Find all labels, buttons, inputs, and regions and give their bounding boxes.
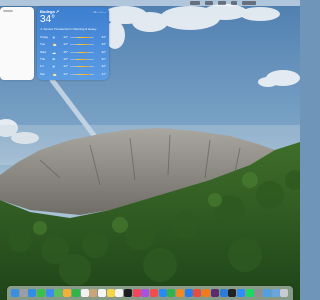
temperature-range-fill: [78, 51, 88, 53]
sun-icon: ☀: [52, 35, 56, 40]
maps-icon[interactable]: [54, 289, 63, 297]
forecast-low: 24°: [63, 42, 68, 47]
mail-icon[interactable]: [45, 289, 54, 297]
keynote-icon[interactable]: [184, 289, 193, 297]
forecast-day: Sat: [40, 71, 45, 76]
status-icon[interactable]: [231, 1, 237, 5]
terminal-icon[interactable]: [228, 289, 237, 297]
status-icon[interactable]: [242, 1, 256, 5]
finder-icon[interactable]: [11, 289, 19, 297]
forecast-row: Today ☀ 24° 34°: [40, 34, 106, 41]
forecast-high: 32°: [101, 49, 106, 54]
status-icon[interactable]: [218, 1, 226, 5]
forecast-low: 24°: [63, 35, 68, 39]
trash-icon[interactable]: [280, 289, 289, 297]
forecast-row: Wed ☁ 25° 32°: [40, 49, 106, 56]
forecast-high: 31°: [101, 56, 106, 61]
widget-header: [3, 10, 13, 12]
forecast-day: Fri: [40, 64, 44, 69]
forecast-day: Today: [40, 35, 49, 39]
news-icon[interactable]: [150, 289, 158, 297]
app-store-icon[interactable]: [158, 289, 167, 297]
weather-widget[interactable]: Bodega ↗ 34° H:— L:— ⚠ Severe Thundersto…: [37, 7, 109, 80]
temperature-range-fill: [77, 73, 91, 75]
pages-icon[interactable]: [176, 289, 185, 297]
slack-icon[interactable]: [210, 289, 219, 297]
forecast-row: Tue ⛅ 24° 33°: [40, 41, 106, 48]
forecast-low: 24°: [63, 71, 68, 76]
forecast-low: 24°: [63, 64, 68, 69]
forecast-high: 34°: [101, 71, 106, 76]
contacts-icon[interactable]: [89, 289, 98, 297]
status-icon[interactable]: [190, 1, 200, 5]
notes-icon[interactable]: [106, 289, 115, 297]
temperature-range-fill: [76, 58, 87, 60]
temperature-range-fill: [77, 44, 90, 46]
temperature-range-bar: [70, 73, 94, 75]
firefox-icon[interactable]: [202, 289, 211, 297]
menu-bar: [0, 0, 300, 6]
vscode-icon[interactable]: [219, 289, 228, 297]
temperature-range-bar: [70, 58, 94, 60]
forecast-low: 25°: [63, 49, 68, 54]
weather-temperature: 34°: [40, 14, 56, 25]
numbers-icon[interactable]: [167, 289, 176, 297]
forecast-high: 33°: [101, 64, 106, 69]
forecast-low: 23°: [63, 56, 68, 61]
forecast-day: Thu: [40, 56, 46, 61]
spotify-icon[interactable]: [245, 289, 254, 297]
messages-icon[interactable]: [37, 289, 46, 297]
tv-icon[interactable]: [123, 289, 132, 297]
podcasts-icon[interactable]: [141, 289, 150, 297]
temperature-range-bar: [70, 66, 94, 68]
launchpad-icon[interactable]: [19, 289, 28, 297]
music-icon[interactable]: [132, 289, 141, 297]
weather-alert: ⚠ Severe Thunderstorm Warning & Heavy: [40, 27, 97, 31]
forecast-day: Tue: [40, 42, 46, 47]
temperature-range-fill: [77, 66, 90, 68]
reminders-icon[interactable]: [97, 289, 106, 297]
cloud-rain-icon: ☂: [52, 56, 56, 62]
preview-icon[interactable]: [262, 289, 271, 297]
temperature-range-fill: [77, 37, 91, 38]
status-icon[interactable]: [205, 1, 213, 5]
temperature-range-bar: [70, 51, 94, 53]
zoom-icon[interactable]: [236, 289, 245, 297]
forecast-row: Thu ☂ 23° 31°: [40, 56, 106, 63]
calendar-icon[interactable]: [80, 289, 89, 297]
forecast-row: Fri ☀ 24° 33°: [40, 63, 106, 70]
photos-icon[interactable]: [63, 289, 72, 297]
forecast-high: 34°: [101, 35, 106, 39]
temperature-range-bar: [70, 44, 94, 46]
blank-widget[interactable]: [0, 7, 34, 80]
dock: [7, 286, 293, 300]
facetime-icon[interactable]: [71, 289, 80, 297]
forecast-high: 33°: [101, 42, 106, 47]
safari-icon[interactable]: [28, 289, 37, 297]
freeform-icon[interactable]: [115, 289, 124, 297]
temperature-range-bar: [70, 37, 94, 38]
downloads-icon[interactable]: [271, 289, 280, 297]
chrome-icon[interactable]: [193, 289, 202, 297]
forecast-day: Wed: [40, 49, 47, 54]
forecast-row: Sat ⛅ 24° 34°: [40, 71, 106, 78]
cloud-sun-icon: ⛅: [52, 71, 57, 77]
weather-high-low: H:— L:—: [93, 10, 106, 14]
cloud-icon: ☁: [52, 49, 56, 55]
cloud-sun-icon: ⛅: [52, 42, 57, 48]
settings-icon[interactable]: [254, 289, 263, 297]
sun-icon: ☀: [52, 64, 56, 70]
